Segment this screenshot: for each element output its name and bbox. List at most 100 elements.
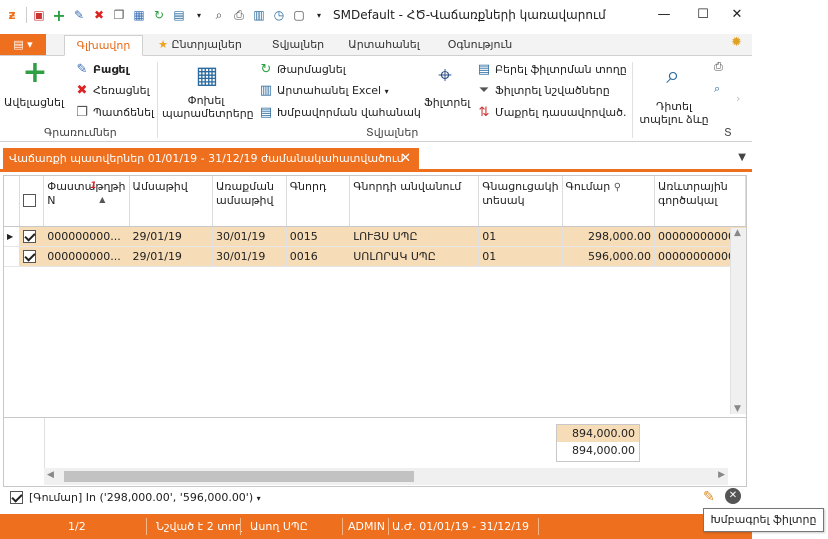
export-icon[interactable]: ▥ xyxy=(251,7,267,23)
add-icon[interactable]: + xyxy=(51,6,67,25)
status-user: ADMIN xyxy=(348,520,385,533)
table-row[interactable]: ▶ 000000000... 29/01/19 30/01/19 0015 ԼՈ… xyxy=(4,226,746,247)
print-icon[interactable]: ⎙ xyxy=(231,7,247,23)
column-header-doc-number[interactable]: Փաստաթղթի N 1 ▲ xyxy=(43,176,130,227)
row-checkbox-cell[interactable] xyxy=(19,226,45,247)
data-grid: Փաստաթղթի N 1 ▲ Ամսաթիվ Առաքման ամսաթիվ … xyxy=(3,175,747,487)
refresh-icon: ↻ xyxy=(260,62,272,77)
dropdown-icon[interactable]: ▾ xyxy=(191,7,207,23)
file-menu-button[interactable]: ▤ ▾ xyxy=(0,34,46,55)
refresh-icon[interactable]: ↻ xyxy=(151,7,167,23)
tab-export[interactable]: Արտահանել xyxy=(344,35,424,56)
add-button[interactable]: Ավելացնել xyxy=(4,96,64,109)
maximize-button[interactable]: ☐ xyxy=(693,5,713,25)
column-header-buyer[interactable]: Գնորդ xyxy=(286,176,351,227)
copy-button[interactable]: ❐ Պատճենել xyxy=(74,105,154,121)
ribbon-scroll-icon[interactable]: › xyxy=(736,92,740,105)
cell-date[interactable]: 29/01/19 xyxy=(129,246,213,267)
column-header-buyer-name[interactable]: Գնորդի անվանում xyxy=(349,176,480,227)
table-icon[interactable]: ▤ xyxy=(171,7,187,23)
table-row[interactable]: 000000000... 29/01/19 30/01/19 0016 ՍՈԼՈ… xyxy=(4,246,746,267)
dropdown-icon[interactable]: ▾ xyxy=(311,7,327,23)
edit-filter-icon[interactable]: ✎ xyxy=(703,489,715,505)
column-header-date[interactable]: Ամսաթիվ xyxy=(129,176,213,227)
column-header-label: Գումար xyxy=(565,180,611,193)
theme-icon[interactable]: ✹ xyxy=(731,35,742,50)
cell-price-type[interactable]: 01 xyxy=(478,246,563,267)
cell-price-type[interactable]: 01 xyxy=(478,226,563,247)
cell-buyer-name[interactable]: ԼՈՒՅՍ ՍՊԸ xyxy=(349,226,480,247)
clear-sort-button[interactable]: ⇅ Մաքրել դասավորված. xyxy=(476,105,627,121)
filter-selected-button[interactable]: ⏷ Ֆիլտրել նշվածները xyxy=(476,83,610,99)
vertical-scrollbar[interactable]: ▲ ▼ xyxy=(730,228,746,414)
export-excel-label: Արտահանել Excel xyxy=(277,84,382,97)
document-tab[interactable]: Վաճառքի պատվերներ 01/01/19 - 31/12/19 ժա… xyxy=(3,148,419,170)
remove-icon: ✖ xyxy=(76,83,88,98)
column-header-ship-date[interactable]: Առաքման ամսաթիվ xyxy=(212,176,287,227)
group-panel-button[interactable]: ▤ Խմբավորման վահանակ xyxy=(258,105,421,121)
row-checkbox-cell[interactable] xyxy=(19,246,45,267)
chevron-down-icon[interactable]: ▼ xyxy=(738,152,746,163)
tab-help[interactable]: Օգնություն xyxy=(440,35,520,56)
tab-data[interactable]: Տվյալներ xyxy=(262,35,334,56)
change-params-button[interactable]: Փոխել պարամետրերը xyxy=(162,94,254,120)
select-all-header[interactable] xyxy=(19,176,45,227)
filter-row-icon: ▤ xyxy=(477,62,491,77)
open-button[interactable]: ✎ Բացել xyxy=(74,62,129,78)
remove-button[interactable]: ✖ Հեռացնել xyxy=(74,83,150,99)
scroll-thumb[interactable] xyxy=(64,471,414,482)
delete-icon[interactable]: ✖ xyxy=(91,7,107,23)
tab-home[interactable]: Գլխավոր xyxy=(64,35,143,56)
close-button[interactable]: ✕ xyxy=(727,5,747,25)
scroll-left-icon[interactable]: ◀ xyxy=(47,470,54,480)
status-divider xyxy=(388,518,389,535)
row-checkbox[interactable] xyxy=(23,229,37,243)
clear-filter-icon[interactable]: ✕ xyxy=(725,488,741,504)
column-header-price-type[interactable]: Գնացուցակի տեսակ xyxy=(478,176,563,227)
scroll-down-icon[interactable]: ▼ xyxy=(734,404,741,414)
preview-small-icon[interactable]: ⌕ xyxy=(714,82,720,96)
chevron-down-icon: ▾ xyxy=(384,87,389,96)
scroll-up-icon[interactable]: ▲ xyxy=(734,228,741,238)
refresh-button[interactable]: ↻ Թարմացնել xyxy=(258,62,346,78)
cell-doc-number[interactable]: 000000000... xyxy=(43,226,130,247)
horizontal-scrollbar[interactable]: ◀ ▶ xyxy=(44,468,728,485)
layout-icon[interactable]: ▢ xyxy=(291,7,307,23)
filter-row-button[interactable]: ▤ Բերել ֆիլտրման տողը xyxy=(476,62,627,78)
cell-buyer[interactable]: 0015 xyxy=(286,226,351,247)
cell-buyer[interactable]: 0016 xyxy=(286,246,351,267)
status-divider xyxy=(146,518,147,535)
cell-doc-number[interactable]: 000000000... xyxy=(43,246,130,267)
new-doc-icon[interactable]: ▣ xyxy=(31,7,47,23)
clear-sort-label: Մաքրել դասավորված. xyxy=(495,106,627,119)
scroll-right-icon[interactable]: ▶ xyxy=(718,470,725,480)
preview-icon[interactable]: ⌕ xyxy=(211,7,227,23)
close-icon[interactable]: ✕ xyxy=(400,148,411,170)
row-checkbox[interactable] xyxy=(23,249,37,263)
cell-buyer-name[interactable]: ՍՈԼՈՐԱԿ ՍՊԸ xyxy=(349,246,480,267)
edit-icon[interactable]: ✎ xyxy=(71,7,87,23)
cell-ship-date[interactable]: 30/01/19 xyxy=(212,226,287,247)
funnel-icon: ⏷ xyxy=(478,83,490,98)
filter-enabled-checkbox[interactable] xyxy=(10,491,23,504)
print-icon[interactable]: ⎙ xyxy=(714,60,723,74)
minimize-button[interactable]: — xyxy=(654,5,674,25)
view-print-button[interactable]: Դիտել տպելու ձևը xyxy=(638,100,710,126)
select-all-checkbox[interactable] xyxy=(23,194,37,208)
tab-favorites-label: Ընտրյալներ xyxy=(171,38,242,51)
grid-refresh-icon[interactable]: ▦ xyxy=(131,7,147,23)
cell-amount[interactable]: 298,000.00 xyxy=(562,226,655,247)
sort-order-badge: 1 xyxy=(90,181,97,191)
filter-expression[interactable]: [Գումար] In ('298,000.00', '596,000.00')… xyxy=(29,491,261,504)
export-excel-button[interactable]: ▥ Արտահանել Excel ▾ xyxy=(258,83,389,99)
history-icon[interactable]: ◷ xyxy=(271,7,287,23)
copy-icon[interactable]: ❐ xyxy=(111,7,127,23)
filter-button[interactable]: Ֆիլտրել xyxy=(424,96,470,109)
filter-pin-icon[interactable]: ⚲ xyxy=(614,182,621,193)
cell-date[interactable]: 29/01/19 xyxy=(129,226,213,247)
cell-amount[interactable]: 596,000.00 xyxy=(562,246,655,267)
column-header-agent[interactable]: Առևտրային գործակալ xyxy=(654,176,746,227)
column-header-amount[interactable]: Գումար ⚲ xyxy=(562,176,655,227)
tab-favorites[interactable]: ★ Ընտրյալներ xyxy=(150,35,250,56)
cell-ship-date[interactable]: 30/01/19 xyxy=(212,246,287,267)
